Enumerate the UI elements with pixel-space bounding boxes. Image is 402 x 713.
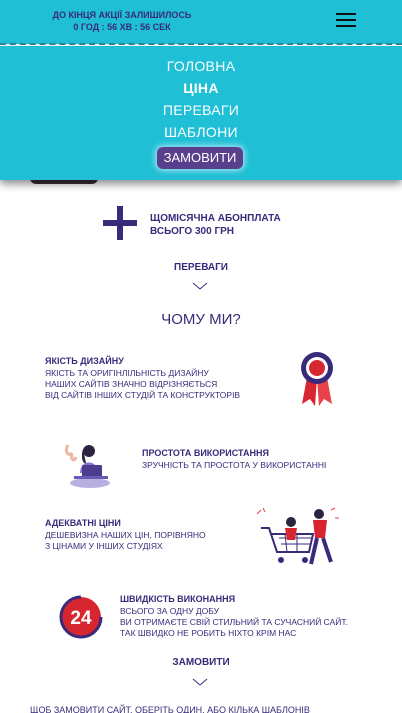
24-hours-icon: 24	[59, 595, 103, 639]
countdown-timer: 0 ГОД : 56 ХВ : 56 СЕК	[73, 22, 171, 32]
feature-title: ШВИДКІСТЬ ВИКОНАННЯ	[120, 594, 236, 604]
subscription-info: ЩОМІСЯЧНА АБОНПЛАТА ВСЬОГО 300 ГРН	[150, 212, 281, 238]
feature-title: ЯКІСТЬ ДИЗАЙНУ	[45, 356, 124, 366]
top-bar: ДО КІНЦЯ АКЦІЇ ЗАЛИШИЛОСЬ 0 ГОД : 56 ХВ …	[0, 0, 402, 45]
feature-speed: ШВИДКІСТЬ ВИКОНАННЯ ВСЬОГО ЗА ОДНУ ДОБУ …	[120, 594, 348, 639]
templates-intro-text: ЩОБ ЗАМОВИТИ САЙТ, ОБЕРІТЬ ОДИН, АБО КІЛ…	[30, 705, 310, 713]
feature-design-quality: ЯКІСТЬ ДИЗАЙНУ ЯКІСТЬ ТА ОРИГІНЛІЛЬНІСТЬ…	[45, 356, 240, 401]
feature-line: ВИ ОТРИМАЄТЕ СВІЙ СТИЛЬНИЙ ТА СУЧАСНИЙ С…	[120, 617, 349, 627]
hamburger-icon[interactable]	[336, 13, 358, 29]
feature-ease-of-use: ПРОСТОТА ВИКОРИСТАННЯ ЗРУЧНІСТЬ ТА ПРОСТ…	[142, 448, 326, 471]
subscription-line2: ВСЬОГО 300 ГРН	[150, 226, 235, 237]
feature-line: ЯКІСТЬ ТА ОРИГІНЛІЛЬНІСТЬ ДИЗАЙНУ	[45, 368, 209, 378]
feature-line: ВСЬОГО ЗА ОДНУ ДОБУ	[120, 606, 220, 616]
24-badge-text: 24	[70, 608, 92, 629]
feature-line: З ЦІНАМИ У ІНШИХ СТУДІЯХ	[45, 541, 163, 551]
nav-item-advantages[interactable]: ПЕРЕВАГИ	[0, 99, 402, 121]
feature-title: АДЕКВАТНІ ЦІНИ	[45, 518, 121, 528]
plus-icon	[103, 206, 137, 240]
award-ribbon-icon	[301, 352, 333, 406]
chevron-down-icon[interactable]	[192, 678, 208, 686]
feature-line: НАШИХ САЙТІВ ЗНАЧНО ВІДРІЗНЯЄТЬСЯ	[45, 379, 218, 389]
nav-menu: ГОЛОВНА ЦІНА ПЕРЕВАГИ ШАБЛОНИ ЗАМОВИТИ	[0, 46, 402, 180]
nav-item-templates[interactable]: ШАБЛОНИ	[0, 121, 402, 143]
feature-fair-prices: АДЕКВАТНІ ЦІНИ ДЕШЕВИЗНА НАШИХ ЦІН, ПОРІ…	[45, 518, 206, 552]
laptop-person-icon	[64, 444, 110, 488]
feature-line: ТАК ШВИДКО НЕ РОБИТЬ НІХТО КРІМ НАС	[120, 628, 297, 638]
order-button[interactable]: ЗАМОВИТИ	[157, 147, 243, 169]
feature-line: ВІД САЙТІВ ІНШИХ СТУДІЙ ТА КОНСТРУКТОРІВ	[45, 390, 241, 400]
dashed-divider	[0, 43, 402, 45]
feature-line: ЗРУЧНІСТЬ ТА ПРОСТОТА У ВИКОРИСТАННІ	[142, 460, 327, 470]
order-link[interactable]: ЗАМОВИТИ	[0, 657, 402, 668]
advantages-link[interactable]: ПЕРЕВАГИ	[0, 262, 402, 273]
shopping-cart-icon	[256, 507, 339, 565]
nav-item-price[interactable]: ЦІНА	[0, 77, 402, 99]
why-us-heading: ЧОМУ МИ?	[161, 311, 241, 328]
countdown-title: ДО КІНЦЯ АКЦІЇ ЗАЛИШИЛОСЬ	[52, 10, 192, 20]
chevron-down-icon[interactable]	[192, 282, 208, 290]
countdown: ДО КІНЦЯ АКЦІЇ ЗАЛИШИЛОСЬ 0 ГОД : 56 ХВ …	[22, 9, 222, 33]
subscription-line1: ЩОМІСЯЧНА АБОНПЛАТА	[150, 213, 281, 224]
nav-item-home[interactable]: ГОЛОВНА	[0, 55, 402, 77]
feature-title: ПРОСТОТА ВИКОРИСТАННЯ	[142, 448, 269, 458]
feature-line: ДЕШЕВИЗНА НАШИХ ЦІН, ПОРІВНЯНО	[45, 530, 206, 540]
